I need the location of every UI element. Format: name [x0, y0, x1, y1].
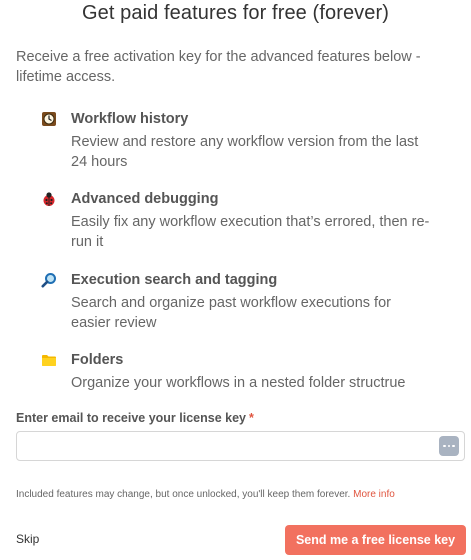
- clock-icon: [40, 110, 58, 128]
- email-label-text: Enter email to receive your license key: [16, 411, 246, 425]
- modal-intro: Receive a free activation key for the ad…: [16, 49, 421, 85]
- email-label: Enter email to receive your license key *: [16, 411, 254, 425]
- more-info-link[interactable]: More info: [353, 489, 395, 500]
- magnifier-icon: [40, 271, 58, 289]
- modal-title: Get paid features for free (forever): [81, 2, 390, 24]
- feature-description: Easily fix any workflow execution that’s…: [71, 214, 430, 250]
- feature-title: Advanced debugging: [71, 191, 219, 207]
- feature-execution-search: Execution search and tagging Search and …: [40, 270, 440, 333]
- feature-description: Organize your workflows in a nested fold…: [71, 375, 406, 391]
- feature-title: Workflow history: [71, 111, 189, 127]
- feature-description: Search and organize past workflow execut…: [71, 295, 391, 331]
- feature-title: Folders: [71, 352, 124, 368]
- required-mark: *: [248, 411, 254, 425]
- folder-icon: [40, 351, 58, 369]
- send-license-key-button[interactable]: Send me a free license key: [285, 525, 466, 555]
- skip-button[interactable]: Skip: [16, 532, 39, 546]
- feature-folders: Folders Organize your workflows in a nes…: [40, 350, 440, 393]
- feature-advanced-debugging: Advanced debugging Easily fix any workfl…: [40, 189, 440, 252]
- disclaimer-note: Included features may change, but once u…: [16, 489, 395, 500]
- ladybug-icon: [40, 190, 58, 208]
- feature-title: Execution search and tagging: [71, 272, 278, 288]
- feature-workflow-history: Workflow history Review and restore any …: [40, 109, 440, 172]
- email-field[interactable]: [16, 431, 465, 461]
- feature-description: Review and restore any workflow version …: [71, 134, 419, 170]
- note-text: Included features may change, but once u…: [16, 489, 351, 500]
- password-manager-icon[interactable]: [439, 436, 459, 456]
